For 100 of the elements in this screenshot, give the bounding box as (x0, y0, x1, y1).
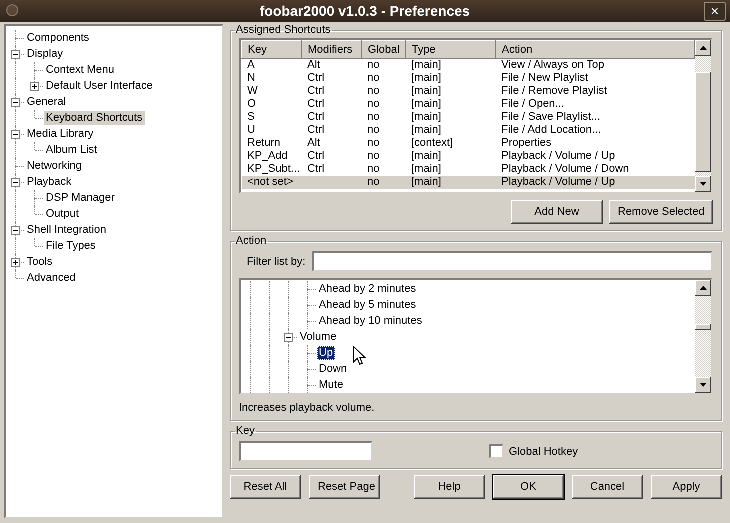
tree-item[interactable]: Tools (25, 255, 55, 269)
shortcut-row[interactable]: W Ctrl no [main] File / Remove Playlist (242, 85, 694, 98)
scroll-down-icon[interactable] (700, 182, 706, 186)
collapse-icon[interactable] (284, 333, 293, 342)
tree-item[interactable]: Up (317, 346, 336, 360)
table-cell: [context] (412, 137, 454, 149)
tree-item[interactable]: Shell Integration (25, 223, 108, 237)
close-button[interactable]: × (704, 2, 726, 21)
table-cell: Playback / Volume / Down (502, 163, 630, 175)
dialog-button[interactable]: OK (493, 475, 564, 499)
key-field[interactable] (239, 441, 373, 462)
shortcut-row[interactable]: U Ctrl no [main] File / Add Location... (242, 124, 694, 137)
tree-item[interactable]: Album List (44, 143, 100, 157)
collapse-icon[interactable] (11, 50, 20, 59)
shortcut-row[interactable]: A Alt no [main] View / Always on Top (242, 58, 694, 72)
tree-item[interactable]: Volume (298, 330, 339, 344)
expand-icon[interactable] (30, 82, 39, 91)
table-cell: [main] (412, 176, 442, 188)
scrollbar[interactable] (695, 40, 711, 192)
shortcut-row[interactable]: KP_Add Ctrl no [main] Playback / Volume / Up (242, 150, 694, 163)
table-cell: [main] (412, 124, 442, 136)
table-cell: no (368, 59, 380, 71)
tree-item[interactable]: Display (25, 47, 66, 61)
tree-item[interactable]: File Types (44, 239, 98, 253)
scroll-up-icon[interactable] (700, 46, 706, 50)
table-cell: KP_Add (248, 150, 288, 162)
column-header[interactable]: Key (242, 40, 302, 58)
dialog-button[interactable]: Reset Page (309, 475, 380, 499)
dialog-button[interactable]: Cancel (572, 475, 643, 499)
table-cell: no (368, 163, 380, 175)
expand-icon[interactable] (11, 258, 20, 267)
collapse-icon[interactable] (11, 98, 20, 107)
table-cell: [main] (412, 150, 442, 162)
table-cell: KP_Subt... (248, 163, 300, 175)
table-cell: [main] (412, 72, 442, 84)
table-cell: no (368, 124, 380, 136)
scrollbar-thumb[interactable] (695, 72, 711, 172)
tree-item[interactable]: Keyboard Shortcuts (44, 111, 145, 125)
shortcut-row[interactable]: <not set> no [main] Playback / Volume / Up (242, 176, 694, 189)
table-cell: Ctrl (308, 150, 325, 162)
table-cell: no (368, 98, 380, 110)
tree-item[interactable]: Ahead by 2 minutes (317, 282, 418, 296)
tree-item[interactable]: Playback (25, 175, 74, 189)
tree-item[interactable]: Advanced (25, 271, 78, 285)
table-cell: Ctrl (308, 98, 325, 110)
collapse-icon[interactable] (11, 130, 20, 139)
shortcut-row[interactable]: O Ctrl no [main] File / Open... (242, 98, 694, 111)
table-cell: no (368, 111, 380, 123)
tree-item[interactable]: DSP Manager (44, 191, 117, 205)
checkbox-label: Global Hotkey (509, 446, 578, 458)
tree-item[interactable]: Output (44, 207, 82, 221)
tree-item[interactable]: Ahead by 5 minutes (317, 298, 418, 312)
checkbox[interactable] (489, 444, 504, 459)
scrollbar-thumb[interactable] (695, 324, 711, 330)
scroll-up-icon[interactable] (700, 286, 706, 290)
column-header[interactable]: Global (362, 40, 406, 58)
table-cell: Playback / Volume / Up (502, 176, 616, 188)
shortcut-row[interactable]: Return Alt no [context] Properties (242, 137, 694, 150)
table-cell: File / New Playlist (502, 72, 588, 84)
table-cell: no (368, 176, 380, 188)
table-cell: U (248, 124, 256, 136)
tree-item[interactable]: Context Menu (44, 63, 116, 77)
app-icon (6, 4, 19, 17)
collapse-icon[interactable] (11, 178, 20, 187)
table-cell: Ctrl (308, 85, 325, 97)
shortcut-row[interactable]: N Ctrl no [main] File / New Playlist (242, 72, 694, 85)
action-description: Increases playback volume. (239, 401, 376, 414)
table-cell: Ctrl (308, 124, 325, 136)
scrollbar[interactable] (695, 280, 711, 393)
tree-item[interactable]: Ahead by 10 minutes (317, 314, 424, 328)
action-button[interactable]: Remove Selected (609, 200, 713, 224)
tree-item[interactable]: General (25, 95, 68, 109)
table-cell: File / Open... (502, 98, 564, 110)
tree-item[interactable]: Mute (317, 378, 346, 392)
dialog-button[interactable]: Reset All (230, 475, 301, 499)
shortcut-row[interactable]: S Ctrl no [main] File / Save Playlist... (242, 111, 694, 124)
table-cell: W (248, 85, 258, 97)
dialog-button[interactable]: Apply (651, 475, 722, 499)
filter-field[interactable] (312, 251, 713, 272)
table-cell: no (368, 150, 380, 162)
action-button[interactable]: Add New (511, 200, 603, 224)
shortcut-row[interactable]: KP_Subt... Ctrl no [main] Playback / Volume / Down (242, 163, 694, 176)
column-header[interactable]: Type (406, 40, 496, 58)
table-cell: Return (248, 137, 281, 149)
table-cell: no (368, 137, 380, 149)
tree-item[interactable]: Down (317, 362, 350, 376)
table-cell: <not set> (248, 176, 294, 188)
tree-item[interactable]: Components (25, 31, 92, 45)
tree-item[interactable]: Networking (25, 159, 84, 173)
dialog-button[interactable]: Help (414, 475, 485, 499)
column-header[interactable]: Modifiers (302, 40, 362, 58)
filter-label: Filter list by: (247, 256, 306, 268)
tree-item[interactable]: Media Library (25, 127, 96, 141)
tree-item[interactable]: Default User Interface (44, 79, 155, 93)
column-header[interactable]: Action (496, 40, 694, 58)
group-title: Assigned Shortcuts (235, 24, 332, 36)
table-cell: [main] (412, 85, 442, 97)
table-cell: O (248, 98, 256, 110)
collapse-icon[interactable] (11, 226, 20, 235)
scroll-down-icon[interactable] (700, 383, 706, 387)
